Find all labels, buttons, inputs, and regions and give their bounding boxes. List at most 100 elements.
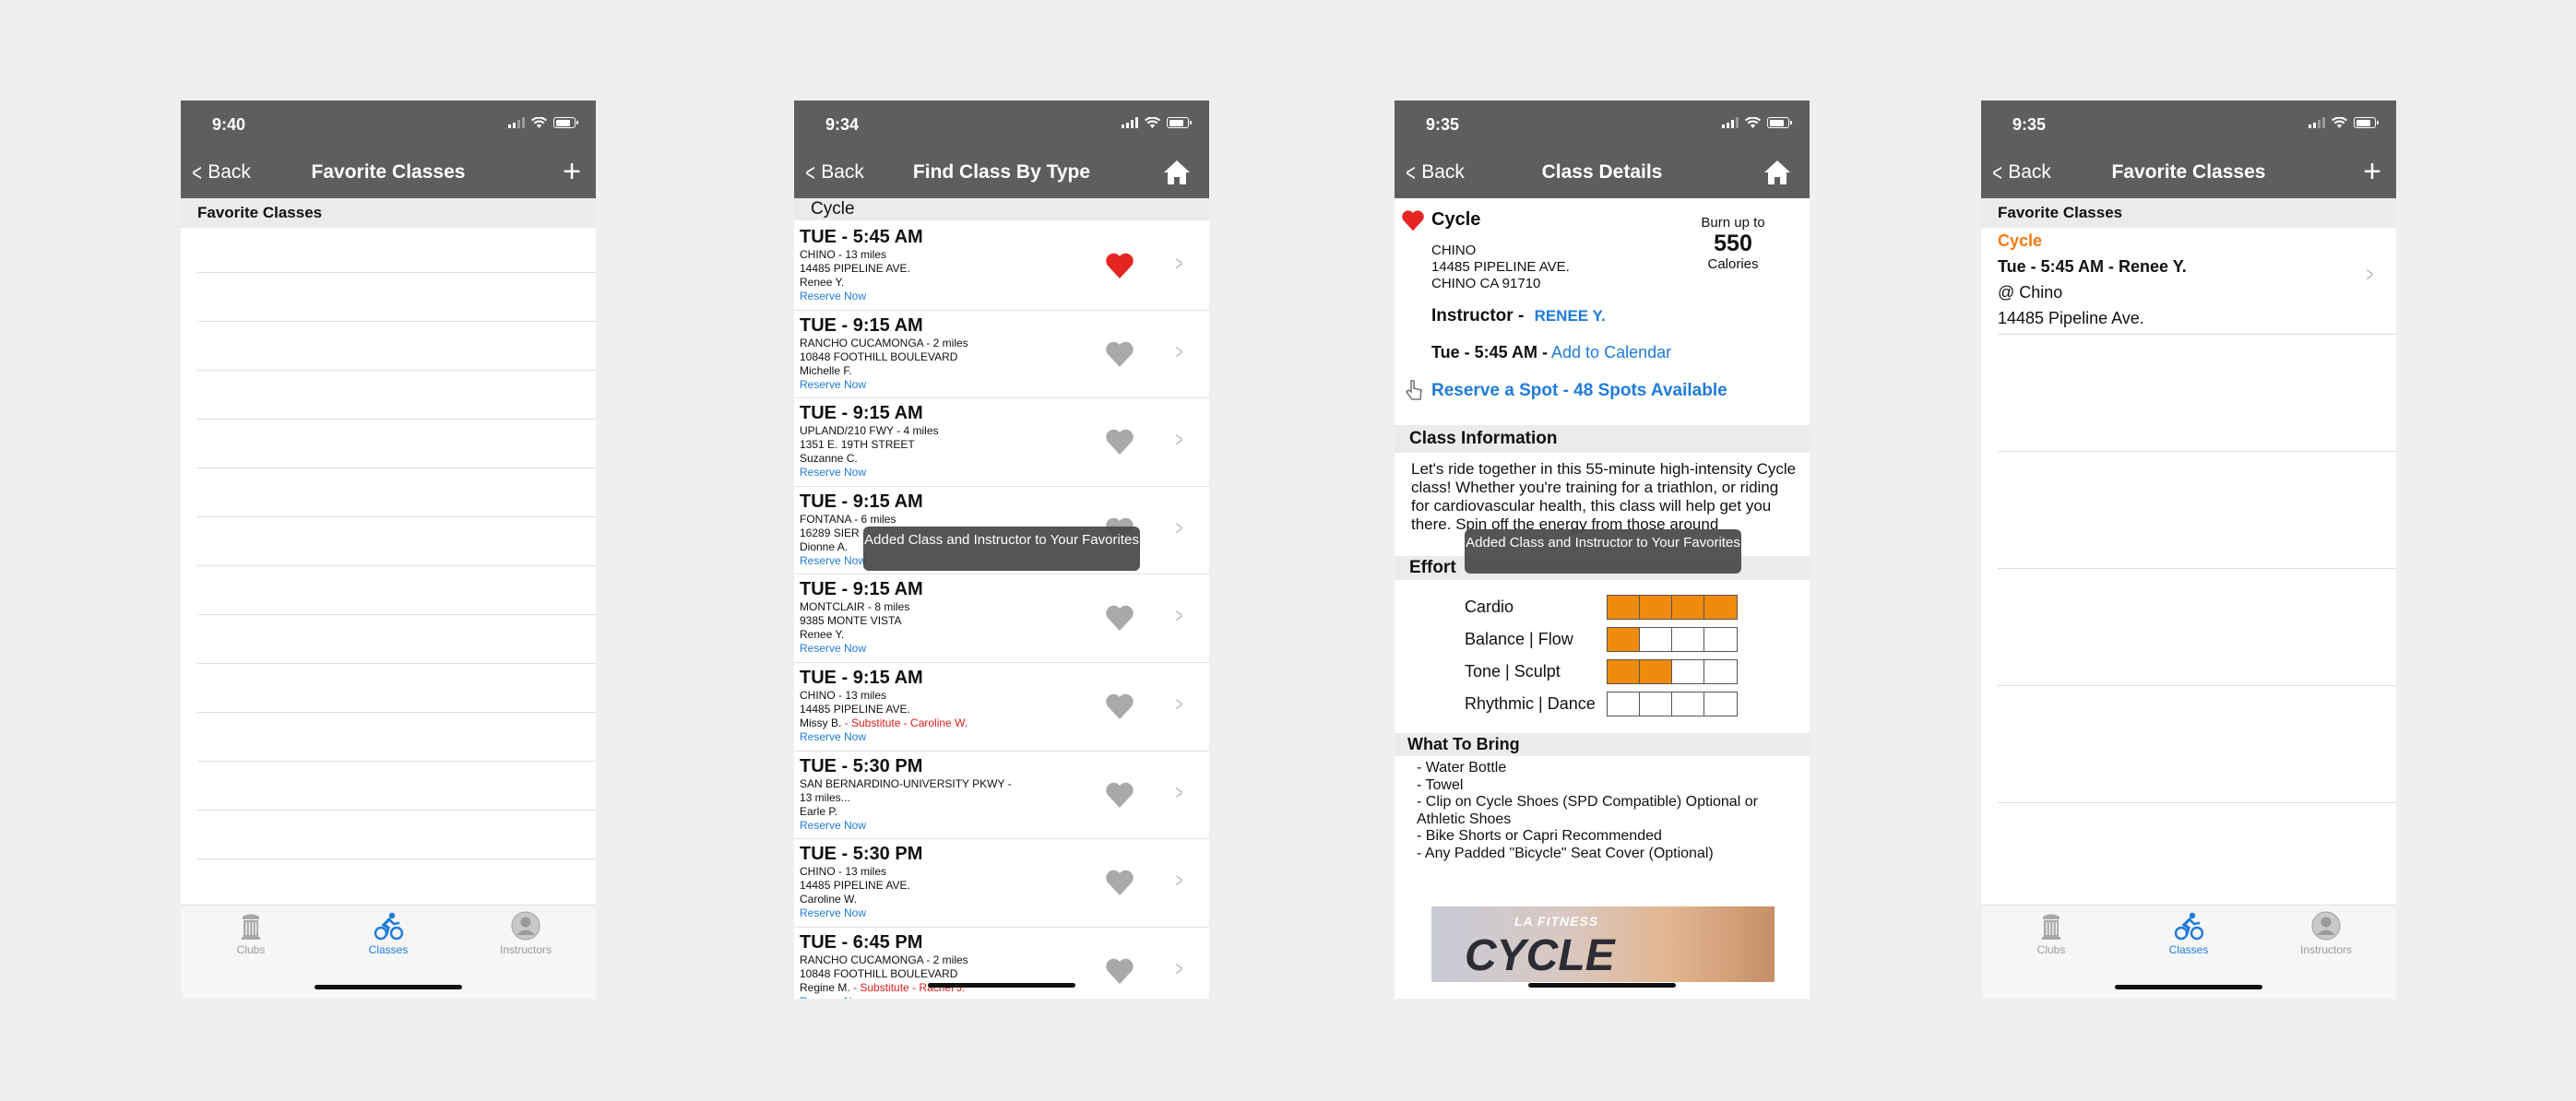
- class-address: 10848 FOOTHILL BOULEVARD: [800, 349, 958, 363]
- screen-favorite-classes-filled: 9:35 < Back Favorite Classes + Favorite C…: [1981, 101, 2396, 999]
- list-row: [197, 762, 596, 811]
- heart-icon[interactable]: [1105, 428, 1134, 456]
- class-instructor: Earle P.: [800, 804, 838, 818]
- heart-filled-icon[interactable]: [1105, 252, 1134, 279]
- class-row[interactable]: TUE - 5:30 PM SAN BERNARDINO-UNIVERSITY P…: [794, 752, 1209, 840]
- status-bar: 9:35: [1981, 101, 2396, 148]
- cyclist-icon: [374, 911, 404, 941]
- chevron-right-icon: >: [1175, 780, 1183, 804]
- tab-classes[interactable]: Classes: [2143, 911, 2235, 956]
- bring-item: - Bike Shorts or Capri Recommended: [1417, 828, 1662, 844]
- bring-item: - Any Padded "Bicycle" Seat Cover (Optio…: [1417, 845, 1714, 861]
- reserve-now-link[interactable]: Reserve Now: [800, 290, 1209, 303]
- signal-icon: [508, 117, 525, 128]
- effort-row: Tone | Sculpt: [1395, 656, 1810, 688]
- bring-list: - Water Bottle - Towel - Clip on Cycle Sh…: [1395, 756, 1810, 862]
- class-name: Cycle: [1431, 209, 1481, 230]
- tab-classes[interactable]: Classes: [342, 911, 434, 956]
- reserve-now-link[interactable]: Reserve Now: [800, 819, 1209, 833]
- list-row: [197, 517, 596, 566]
- tab-clubs[interactable]: Clubs: [205, 911, 297, 956]
- add-to-calendar-link[interactable]: Add to Calendar: [1551, 343, 1671, 361]
- class-time: TUE - 9:15 AM: [800, 579, 923, 600]
- effort-level-box: [1672, 596, 1704, 619]
- reserve-now-link[interactable]: Reserve Now: [800, 995, 1209, 999]
- heart-filled-icon[interactable]: [1401, 209, 1425, 231]
- calorie-unit: Calories: [1707, 256, 1759, 272]
- signal-icon: [1722, 117, 1739, 128]
- list-row: [197, 468, 596, 517]
- class-row[interactable]: TUE - 6:45 PM RANCHO CUCAMONGA - 2 miles 1…: [794, 928, 1209, 999]
- nav-header: 9:40 < Back Favorite Classes +: [181, 101, 596, 198]
- reserve-now-link[interactable]: Reserve Now: [800, 642, 1209, 656]
- tab-clubs[interactable]: Clubs: [2005, 911, 2097, 956]
- reserve-spot-link[interactable]: Reserve a Spot - 48 Spots Available: [1431, 381, 1727, 401]
- effort-row: Cardio: [1395, 591, 1810, 623]
- add-button[interactable]: +: [563, 154, 581, 190]
- class-time: TUE - 9:15 AM: [800, 403, 923, 424]
- class-list: TUE - 5:45 AM CHINO - 13 miles 14485 PIPEL…: [794, 222, 1209, 999]
- heart-icon[interactable]: [1105, 957, 1134, 985]
- home-button[interactable]: [1763, 160, 1791, 185]
- reserve-now-link[interactable]: Reserve Now: [800, 730, 1209, 744]
- list-row: [1998, 569, 2396, 686]
- effort-level-box: [1608, 596, 1640, 619]
- heart-icon[interactable]: [1105, 340, 1134, 368]
- class-row[interactable]: TUE - 9:15 AM MONTCLAIR - 8 miles 9385 MON…: [794, 574, 1209, 663]
- class-row[interactable]: TUE - 9:15 AM CHINO - 13 miles 14485 PIPEL…: [794, 663, 1209, 752]
- favorite-class-item[interactable]: Cycle Tue - 5:45 AM - Renee Y. @ Chino 1…: [1998, 222, 2396, 335]
- tab-instructors[interactable]: Instructors: [480, 911, 572, 956]
- page-title: Class Details: [1541, 161, 1663, 183]
- class-address: 14485 PIPELINE AVE.: [800, 262, 910, 275]
- effort-level-box: [1608, 628, 1640, 651]
- class-location: FONTANA - 6 miles: [800, 512, 896, 526]
- chevron-right-icon: >: [1175, 339, 1183, 363]
- heart-icon[interactable]: [1105, 604, 1134, 632]
- page-title: Favorite Classes: [2111, 161, 2266, 183]
- page-title: Favorite Classes: [311, 161, 466, 183]
- page-title: Find Class By Type: [912, 161, 1091, 183]
- list-row: [197, 566, 596, 615]
- class-row[interactable]: TUE - 9:15 AM UPLAND/210 FWY - 4 miles 135…: [794, 398, 1209, 487]
- reserve-now-link[interactable]: Reserve Now: [800, 466, 1209, 479]
- class-row[interactable]: TUE - 5:45 AM CHINO - 13 miles 14485 PIPEL…: [794, 222, 1209, 311]
- effort-level-box: [1672, 693, 1704, 716]
- effort-chart: Cardio Balance | Flow Tone | Sculpt Rhythmi…: [1395, 580, 1810, 733]
- effort-name: Balance | Flow: [1465, 630, 1573, 648]
- reserve-now-link[interactable]: Reserve Now: [800, 378, 1209, 392]
- list-row: [1998, 686, 2396, 803]
- reserve-now-link[interactable]: Reserve Now: [800, 906, 1209, 920]
- toast-message: Added Class and Instructor to Your Favor…: [1465, 529, 1741, 574]
- club-icon: [236, 911, 266, 941]
- screen-favorite-classes-empty: 9:40 < Back Favorite Classes + Favorite C…: [181, 101, 596, 999]
- status-time: 9:35: [1426, 115, 1460, 134]
- class-row[interactable]: TUE - 9:15 AM RANCHO CUCAMONGA - 2 miles 1…: [794, 311, 1209, 399]
- status-time: 9:34: [825, 115, 860, 134]
- effort-meter: [1607, 627, 1738, 652]
- class-address: 9385 MONTE VISTA: [800, 614, 902, 628]
- home-button[interactable]: [1163, 160, 1191, 185]
- status-bar: 9:34: [794, 101, 1209, 148]
- favorites-list: Cycle Tue - 5:45 AM - Renee Y. @ Chino 1…: [1981, 222, 2396, 920]
- heart-icon[interactable]: [1105, 869, 1134, 896]
- calorie-value: 550: [1714, 231, 1752, 256]
- favorite-class-type: Cycle: [1998, 231, 2043, 250]
- tab-instructors[interactable]: Instructors: [2280, 911, 2372, 956]
- class-time: TUE - 5:30 PM: [800, 755, 923, 776]
- effort-level-box: [1640, 660, 1672, 683]
- class-location: CHINO - 13 miles: [800, 688, 887, 702]
- instructor-link[interactable]: RENEE Y.: [1535, 307, 1606, 325]
- class-row[interactable]: TUE - 5:30 PM CHINO - 13 miles 14485 PIPEL…: [794, 839, 1209, 928]
- home-indicator: [928, 983, 1075, 988]
- heart-icon[interactable]: [1105, 781, 1134, 809]
- section-header: Cycle: [794, 198, 1209, 220]
- home-icon: [1164, 160, 1190, 184]
- cyclist-icon: [2174, 911, 2204, 941]
- favorite-class-time: Tue - 5:45 AM - Renee Y.: [1998, 257, 2187, 276]
- wifi-icon: [531, 117, 547, 128]
- favorite-class-address: 14485 Pipeline Ave.: [1998, 309, 2144, 327]
- add-button[interactable]: +: [2363, 154, 2381, 190]
- heart-icon[interactable]: [1105, 693, 1134, 720]
- list-row: [1998, 335, 2396, 452]
- effort-name: Cardio: [1465, 598, 1514, 616]
